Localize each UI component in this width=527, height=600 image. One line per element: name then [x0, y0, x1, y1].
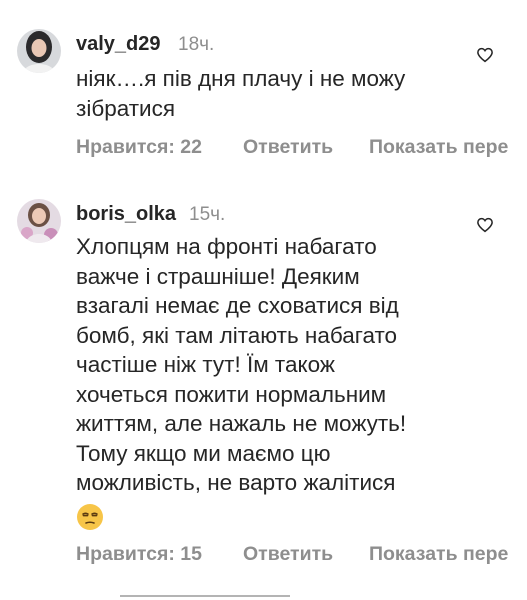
heart-icon[interactable] [476, 46, 494, 64]
likes-count[interactable]: Нравится: 22 [76, 136, 202, 159]
reply-button[interactable]: Ответить [243, 543, 333, 566]
comment-item: valy_d29 18ч. ніяк….я пів дня плачу і не… [0, 0, 527, 170]
divider-line [120, 595, 290, 597]
see-translation-button[interactable]: Показать пере [369, 136, 508, 159]
comment-item: boris_olka 15ч. Хлопцям на фронті набага… [0, 170, 527, 590]
view-replies-divider [0, 592, 527, 600]
comment-actions: Нравится: 22 Ответить Показать пере [76, 136, 527, 160]
comment-text: Хлопцям на фронті набагато важче і страш… [76, 234, 407, 495]
comment-text: ніяк….я пів дня плачу і не можу зібратис… [76, 66, 406, 121]
comment-username[interactable]: boris_olka [76, 203, 176, 226]
comment-username[interactable]: valy_d29 [76, 33, 161, 56]
comment-time: 15ч. [189, 204, 226, 225]
comment-time: 18ч. [178, 34, 215, 55]
avatar[interactable] [17, 199, 61, 243]
likes-count[interactable]: Нравится: 15 [76, 543, 202, 566]
unamused-face-emoji [76, 503, 104, 531]
avatar[interactable] [17, 29, 61, 73]
see-translation-button[interactable]: Показать пере [369, 543, 508, 566]
comment-actions: Нравится: 15 Ответить Показать пере [76, 543, 527, 567]
reply-button[interactable]: Ответить [243, 136, 333, 159]
